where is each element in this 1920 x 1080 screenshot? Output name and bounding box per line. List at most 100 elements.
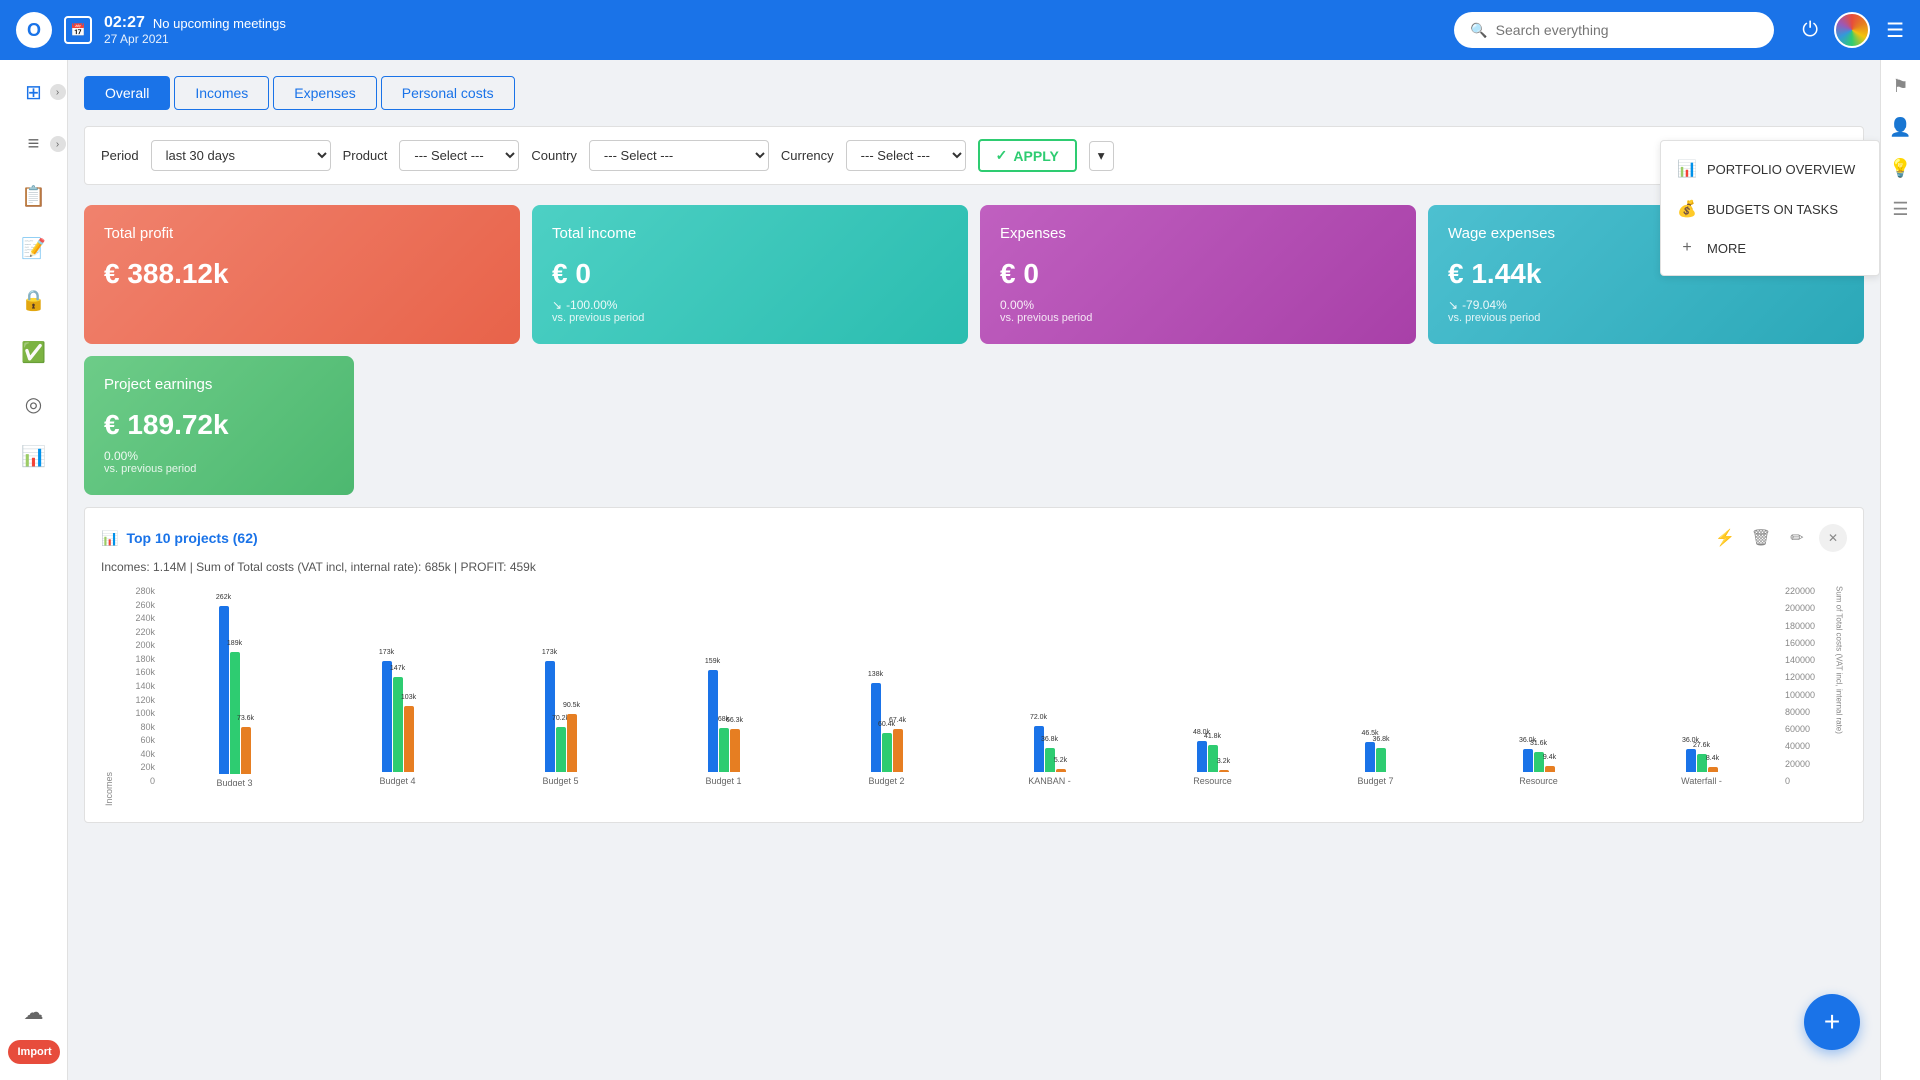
bar: 103k: [404, 706, 414, 772]
chart-edit-btn[interactable]: ✏: [1783, 524, 1811, 552]
sidebar-item-dashboard[interactable]: ⊞ ›: [10, 68, 58, 116]
wage-sub: vs. previous period: [1448, 312, 1844, 324]
dropdown-item-budgets[interactable]: 💰 BUDGETS ON TASKS: [1661, 189, 1879, 229]
app-logo[interactable]: O: [16, 12, 52, 48]
user-avatar[interactable]: [1834, 12, 1870, 48]
tasks-icon: 📋: [21, 184, 46, 209]
bar: 72.0k: [1034, 726, 1044, 772]
sidebar-item-targets[interactable]: ◎: [10, 380, 58, 428]
no-meetings-text: No upcoming meetings: [153, 16, 286, 31]
fab-icon: +: [1824, 1006, 1840, 1038]
bar: 147k: [393, 677, 403, 772]
calendar-icon[interactable]: 📅: [64, 16, 92, 44]
chart-delete-btn[interactable]: 🗑: [1747, 524, 1775, 552]
dashboard-icon: ⊞: [25, 80, 42, 105]
meeting-info: 02:27 No upcoming meetings 27 Apr 2021: [104, 14, 286, 46]
currency-label: Currency: [781, 148, 834, 163]
product-select[interactable]: --- Select ---: [399, 140, 519, 171]
chart-close-btn[interactable]: ✕: [1819, 524, 1847, 552]
profit-title: Total profit: [104, 225, 500, 242]
sidebar-item-cloud[interactable]: ☁: [10, 988, 58, 1036]
fab-button[interactable]: +: [1804, 994, 1860, 1050]
chart-title: 📊 Top 10 projects (62): [101, 530, 258, 547]
bar: 8.4k: [1708, 767, 1718, 772]
header: O 📅 02:27 No upcoming meetings 27 Apr 20…: [0, 0, 1920, 60]
y-axis-left: 0 20k 40k 60k 80k 100k 120k 140k 160k 18…: [119, 586, 155, 806]
dropdown-item-portfolio[interactable]: 📊 PORTFOLIO OVERVIEW: [1661, 149, 1879, 189]
sidebar-bottom: ☁ Import: [8, 988, 60, 1080]
search-input[interactable]: [1496, 22, 1759, 38]
sidebar-item-checklist[interactable]: 📝: [10, 224, 58, 272]
sidebar-expand-btn[interactable]: ›: [50, 84, 66, 100]
sidebar-item-approvals[interactable]: ✅: [10, 328, 58, 376]
income-title: Total income: [552, 225, 948, 242]
sidebar-item-reports[interactable]: 📊: [10, 432, 58, 480]
chart-title-text: Top 10 projects (62): [126, 530, 257, 546]
search-icon: 🔍: [1470, 22, 1487, 39]
apply-dropdown-btn[interactable]: ▾: [1089, 141, 1114, 171]
y-axis-right: 0 20000 40000 60000 80000 100000 120000 …: [1781, 586, 1829, 806]
dropdown-item-more[interactable]: + MORE: [1661, 229, 1879, 267]
apply-label: APPLY: [1013, 148, 1058, 164]
sidebar-item-security[interactable]: 🔒: [10, 276, 58, 324]
cloud-icon: ☁: [24, 1000, 44, 1025]
sidebar-item-tasks[interactable]: 📋: [10, 172, 58, 220]
bar: 73.6k: [241, 727, 251, 774]
bar: 262k: [219, 606, 229, 774]
sidebar-expand-list[interactable]: ›: [50, 136, 66, 152]
bar: 189k: [230, 652, 240, 774]
expenses-value: € 0: [1000, 258, 1396, 290]
bar: 173k: [382, 661, 392, 772]
chart-icon: 📊: [101, 530, 118, 547]
bar: 36.0k: [1523, 749, 1533, 772]
project-earnings-value: € 189.72k: [104, 409, 334, 441]
country-select[interactable]: --- Select ---: [589, 140, 769, 171]
reports-icon: 📊: [21, 444, 46, 469]
bar: 67.4k: [893, 729, 903, 772]
right-sidebar: ⚑ 👤 💡 ☰: [1880, 60, 1920, 1080]
more-label: MORE: [1707, 241, 1746, 256]
income-arrow: ↘: [552, 298, 562, 312]
flag-icon[interactable]: ⚑: [1892, 76, 1908, 97]
currency-select[interactable]: --- Select ---: [846, 140, 966, 171]
tab-incomes[interactable]: Incomes: [174, 76, 269, 110]
power-icon[interactable]: ⏻: [1802, 19, 1818, 42]
period-select[interactable]: last 30 days: [151, 140, 331, 171]
y-axis-right-label: Sum of Total costs (VAT incl, internal r…: [1831, 586, 1847, 806]
bar-group: 262k189k73.6kBudget 3: [155, 606, 314, 786]
tab-overall[interactable]: Overall: [84, 76, 170, 110]
bar-group: 173k70.2k90.5kBudget 5: [481, 606, 640, 786]
budgets-label: BUDGETS ON TASKS: [1707, 202, 1838, 217]
lightbulb-icon[interactable]: 💡: [1889, 158, 1911, 179]
import-button[interactable]: Import: [8, 1040, 60, 1064]
budgets-icon: 💰: [1677, 199, 1697, 219]
bar: 70.2k: [556, 727, 566, 772]
target-icon: ◎: [25, 392, 42, 417]
dropdown-panel: 📊 PORTFOLIO OVERVIEW 💰 BUDGETS ON TASKS …: [1660, 140, 1880, 276]
search-box[interactable]: 🔍: [1454, 12, 1774, 48]
bars-area: 262k189k73.6kBudget 3173k147k103kBudget …: [155, 586, 1781, 806]
income-value: € 0: [552, 258, 948, 290]
tab-expenses[interactable]: Expenses: [273, 76, 376, 110]
profit-value: € 388.12k: [104, 258, 500, 290]
project-earnings-change: 0.00%: [104, 449, 334, 463]
chart-filter-btn[interactable]: ⚡: [1711, 524, 1739, 552]
y-axis-left-label: Incomes: [101, 586, 117, 806]
income-change: ↘ -100.00%: [552, 298, 948, 312]
user-search-icon[interactable]: 👤: [1889, 117, 1911, 138]
task-list-icon[interactable]: ☰: [1892, 199, 1908, 220]
sidebar-item-list[interactable]: ≡ ›: [10, 120, 58, 168]
apply-button[interactable]: ✓ APPLY: [978, 139, 1077, 172]
tab-personal-costs[interactable]: Personal costs: [381, 76, 515, 110]
portfolio-label: PORTFOLIO OVERVIEW: [1707, 162, 1855, 177]
project-earnings-title: Project earnings: [104, 376, 334, 393]
menu-icon[interactable]: ☰: [1886, 18, 1904, 43]
bar: 68k: [719, 728, 729, 772]
chart-header: 📊 Top 10 projects (62) ⚡ 🗑 ✏ ✕: [101, 524, 1847, 552]
stat-card-project-earnings: Project earnings € 189.72k 0.00% vs. pre…: [84, 356, 354, 495]
expenses-change-pct: 0.00%: [1000, 298, 1034, 312]
bar-group: 159k68k66.3kBudget 1: [644, 606, 803, 786]
main-content: Overall Incomes Expenses Personal costs …: [68, 60, 1880, 1080]
header-right-icons: ⏻ ☰: [1802, 12, 1904, 48]
checkmark-icon: ✓: [996, 147, 1008, 164]
